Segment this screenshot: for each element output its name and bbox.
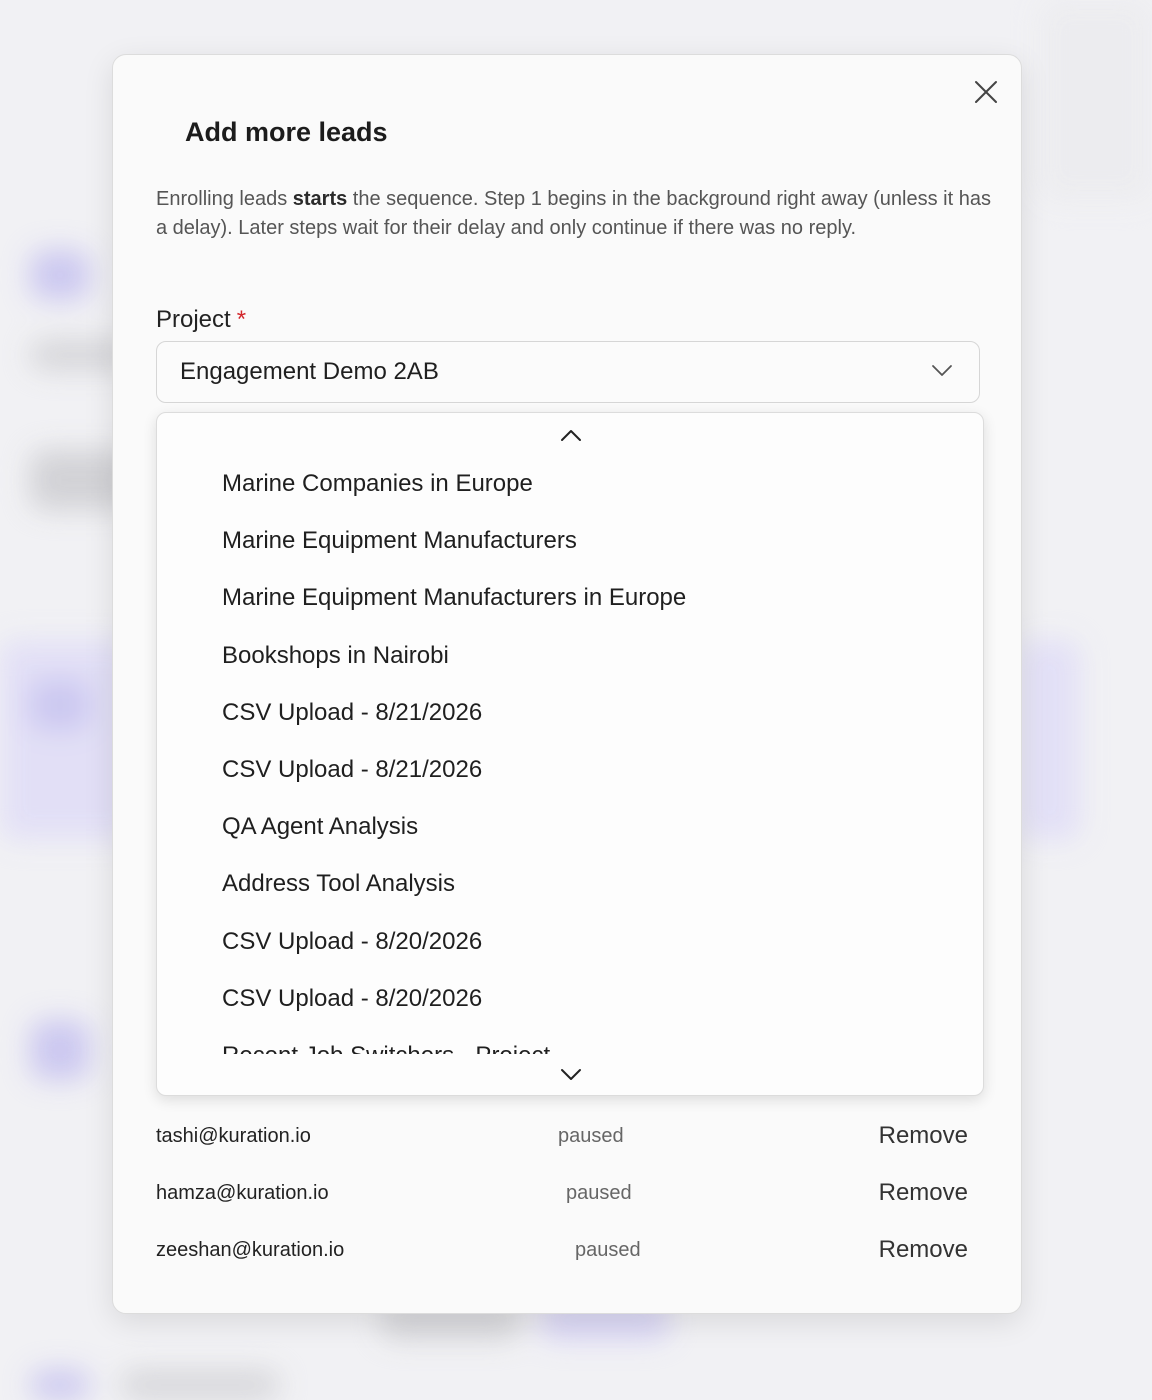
lead-status: paused	[566, 1182, 632, 1204]
lead-email: tashi@kuration.io	[156, 1125, 311, 1147]
lead-email: zeeshan@kuration.io	[156, 1239, 345, 1261]
background-avatar	[30, 1020, 90, 1080]
lead-status: paused	[575, 1239, 641, 1261]
required-marker: *	[236, 306, 247, 333]
scroll-down-button[interactable]	[559, 1067, 583, 1083]
lead-status: paused	[558, 1125, 624, 1147]
dropdown-option[interactable]: Marine Equipment Manufacturers	[157, 512, 983, 569]
lead-row: tashi@kuration.io paused Remove	[156, 1117, 968, 1157]
project-select-value: Engagement Demo 2AB	[180, 358, 439, 385]
dropdown-option[interactable]: Marine Companies in Europe	[157, 455, 983, 512]
chevron-down-icon	[561, 1069, 581, 1080]
close-button[interactable]	[973, 79, 999, 105]
background-block	[120, 1370, 280, 1400]
background-avatar	[30, 680, 90, 730]
background-avatar	[30, 250, 90, 300]
remove-lead-button[interactable]: Remove	[879, 1236, 968, 1264]
description-emphasis: starts	[292, 188, 348, 210]
chevron-up-icon	[561, 430, 581, 441]
dropdown-option[interactable]: Address Tool Analysis	[157, 855, 983, 912]
dropdown-option[interactable]: Bookshops in Nairobi	[157, 627, 983, 684]
project-label-text: Project	[156, 306, 231, 333]
dialog-description: Enrolling leads starts the sequence. Ste…	[156, 185, 996, 243]
dropdown-option[interactable]: CSV Upload - 8/20/2026	[157, 970, 983, 1027]
lead-email: hamza@kuration.io	[156, 1182, 329, 1204]
chevron-down-icon	[932, 365, 952, 376]
dropdown-option[interactable]: CSV Upload - 8/21/2026	[157, 684, 983, 741]
add-leads-dialog: Add more leads Enrolling leads starts th…	[112, 54, 1022, 1314]
dropdown-option[interactable]: CSV Upload - 8/20/2026	[157, 913, 983, 970]
dropdown-options: Marine Companies in Europe Marine Equipm…	[157, 455, 983, 1054]
dialog-title: Add more leads	[185, 117, 388, 147]
project-select[interactable]: Engagement Demo 2AB	[156, 341, 980, 403]
project-dropdown-list[interactable]: Marine Companies in Europe Marine Equipm…	[156, 412, 984, 1096]
background-avatar	[30, 1370, 90, 1400]
lead-row: zeeshan@kuration.io paused Remove	[156, 1231, 968, 1271]
scroll-up-button[interactable]	[559, 427, 583, 443]
description-text: Enrolling leads	[156, 188, 293, 210]
dropdown-option[interactable]: CSV Upload - 8/21/2026	[157, 741, 983, 798]
dropdown-option[interactable]: Marine Equipment Manufacturers in Europe	[157, 569, 983, 626]
lead-row: hamza@kuration.io paused Remove	[156, 1174, 968, 1214]
background-block	[1040, 0, 1152, 200]
close-icon	[975, 81, 997, 103]
remove-lead-button[interactable]: Remove	[879, 1122, 968, 1150]
dropdown-option[interactable]: QA Agent Analysis	[157, 798, 983, 855]
background-card	[1020, 640, 1080, 840]
remove-lead-button[interactable]: Remove	[879, 1179, 968, 1207]
dropdown-option[interactable]: Recent Job Switchers - Project	[157, 1027, 983, 1054]
project-field-label: Project *	[156, 306, 246, 334]
